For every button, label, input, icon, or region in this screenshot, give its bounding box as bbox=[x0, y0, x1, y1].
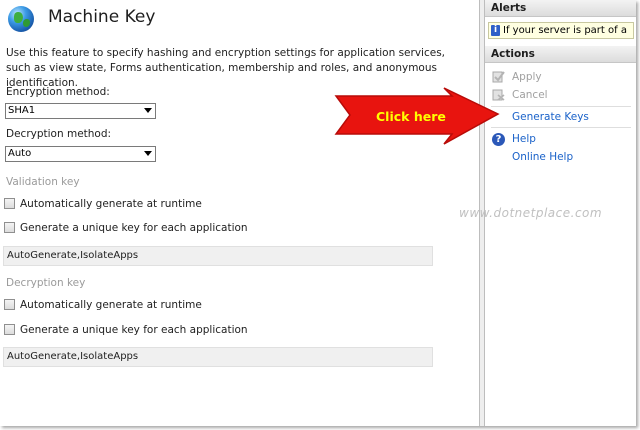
globe-icon bbox=[8, 6, 34, 32]
actions-header-label: Actions bbox=[491, 48, 535, 60]
apply-icon bbox=[492, 71, 505, 83]
decryption-key-header: Decryption key bbox=[6, 277, 86, 289]
validation-unique-key-label: Generate a unique key for each applicati… bbox=[20, 222, 248, 234]
decryption-method-select[interactable]: Auto bbox=[5, 146, 156, 162]
decryption-method-value: Auto bbox=[8, 148, 32, 159]
encryption-method-value: SHA1 bbox=[8, 105, 36, 116]
alerts-header-label: Alerts bbox=[491, 2, 527, 14]
chevron-down-icon bbox=[144, 151, 152, 156]
help-action[interactable]: Help bbox=[512, 133, 536, 145]
validation-unique-key-checkbox[interactable] bbox=[4, 222, 15, 233]
decryption-auto-generate-label: Automatically generate at runtime bbox=[20, 299, 202, 311]
decryption-method-label: Decryption method: bbox=[6, 128, 112, 140]
actions-divider bbox=[491, 106, 631, 107]
validation-key-field[interactable]: AutoGenerate,IsolateApps bbox=[3, 246, 433, 266]
apply-action[interactable]: Apply bbox=[512, 71, 542, 83]
validation-key-header: Validation key bbox=[6, 176, 80, 188]
encryption-method-label: Encryption method: bbox=[6, 86, 110, 98]
alert-message: i If your server is part of a bbox=[488, 22, 634, 39]
actions-divider bbox=[491, 127, 631, 128]
encryption-method-select[interactable]: SHA1 bbox=[5, 103, 156, 119]
cancel-action[interactable]: Cancel bbox=[512, 89, 548, 101]
validation-auto-generate-label: Automatically generate at runtime bbox=[20, 198, 202, 210]
actions-header: Actions bbox=[485, 46, 636, 63]
decryption-key-value: AutoGenerate,IsolateApps bbox=[7, 351, 139, 362]
generate-keys-action[interactable]: Generate Keys bbox=[512, 111, 589, 123]
decryption-auto-generate-checkbox[interactable] bbox=[4, 299, 15, 310]
alert-message-text: If your server is part of a bbox=[503, 25, 627, 36]
page-title: Machine Key bbox=[48, 7, 156, 27]
info-icon: i bbox=[491, 25, 500, 36]
validation-auto-generate-checkbox[interactable] bbox=[4, 198, 15, 209]
validation-key-value: AutoGenerate,IsolateApps bbox=[7, 250, 139, 261]
online-help-action[interactable]: Online Help bbox=[512, 151, 573, 163]
alerts-header: Alerts bbox=[485, 0, 636, 17]
watermark: www.dotnetplace.com bbox=[459, 206, 603, 220]
main-pane: Machine Key Use this feature to specify … bbox=[0, 0, 479, 426]
window: Machine Key Use this feature to specify … bbox=[0, 0, 636, 426]
decryption-key-field[interactable]: AutoGenerate,IsolateApps bbox=[3, 347, 433, 367]
decryption-unique-key-label: Generate a unique key for each applicati… bbox=[20, 324, 248, 336]
chevron-down-icon bbox=[144, 108, 152, 113]
click-here-label: Click here bbox=[376, 109, 446, 124]
feature-description: Use this feature to specify hashing and … bbox=[6, 47, 446, 89]
decryption-unique-key-checkbox[interactable] bbox=[4, 324, 15, 335]
